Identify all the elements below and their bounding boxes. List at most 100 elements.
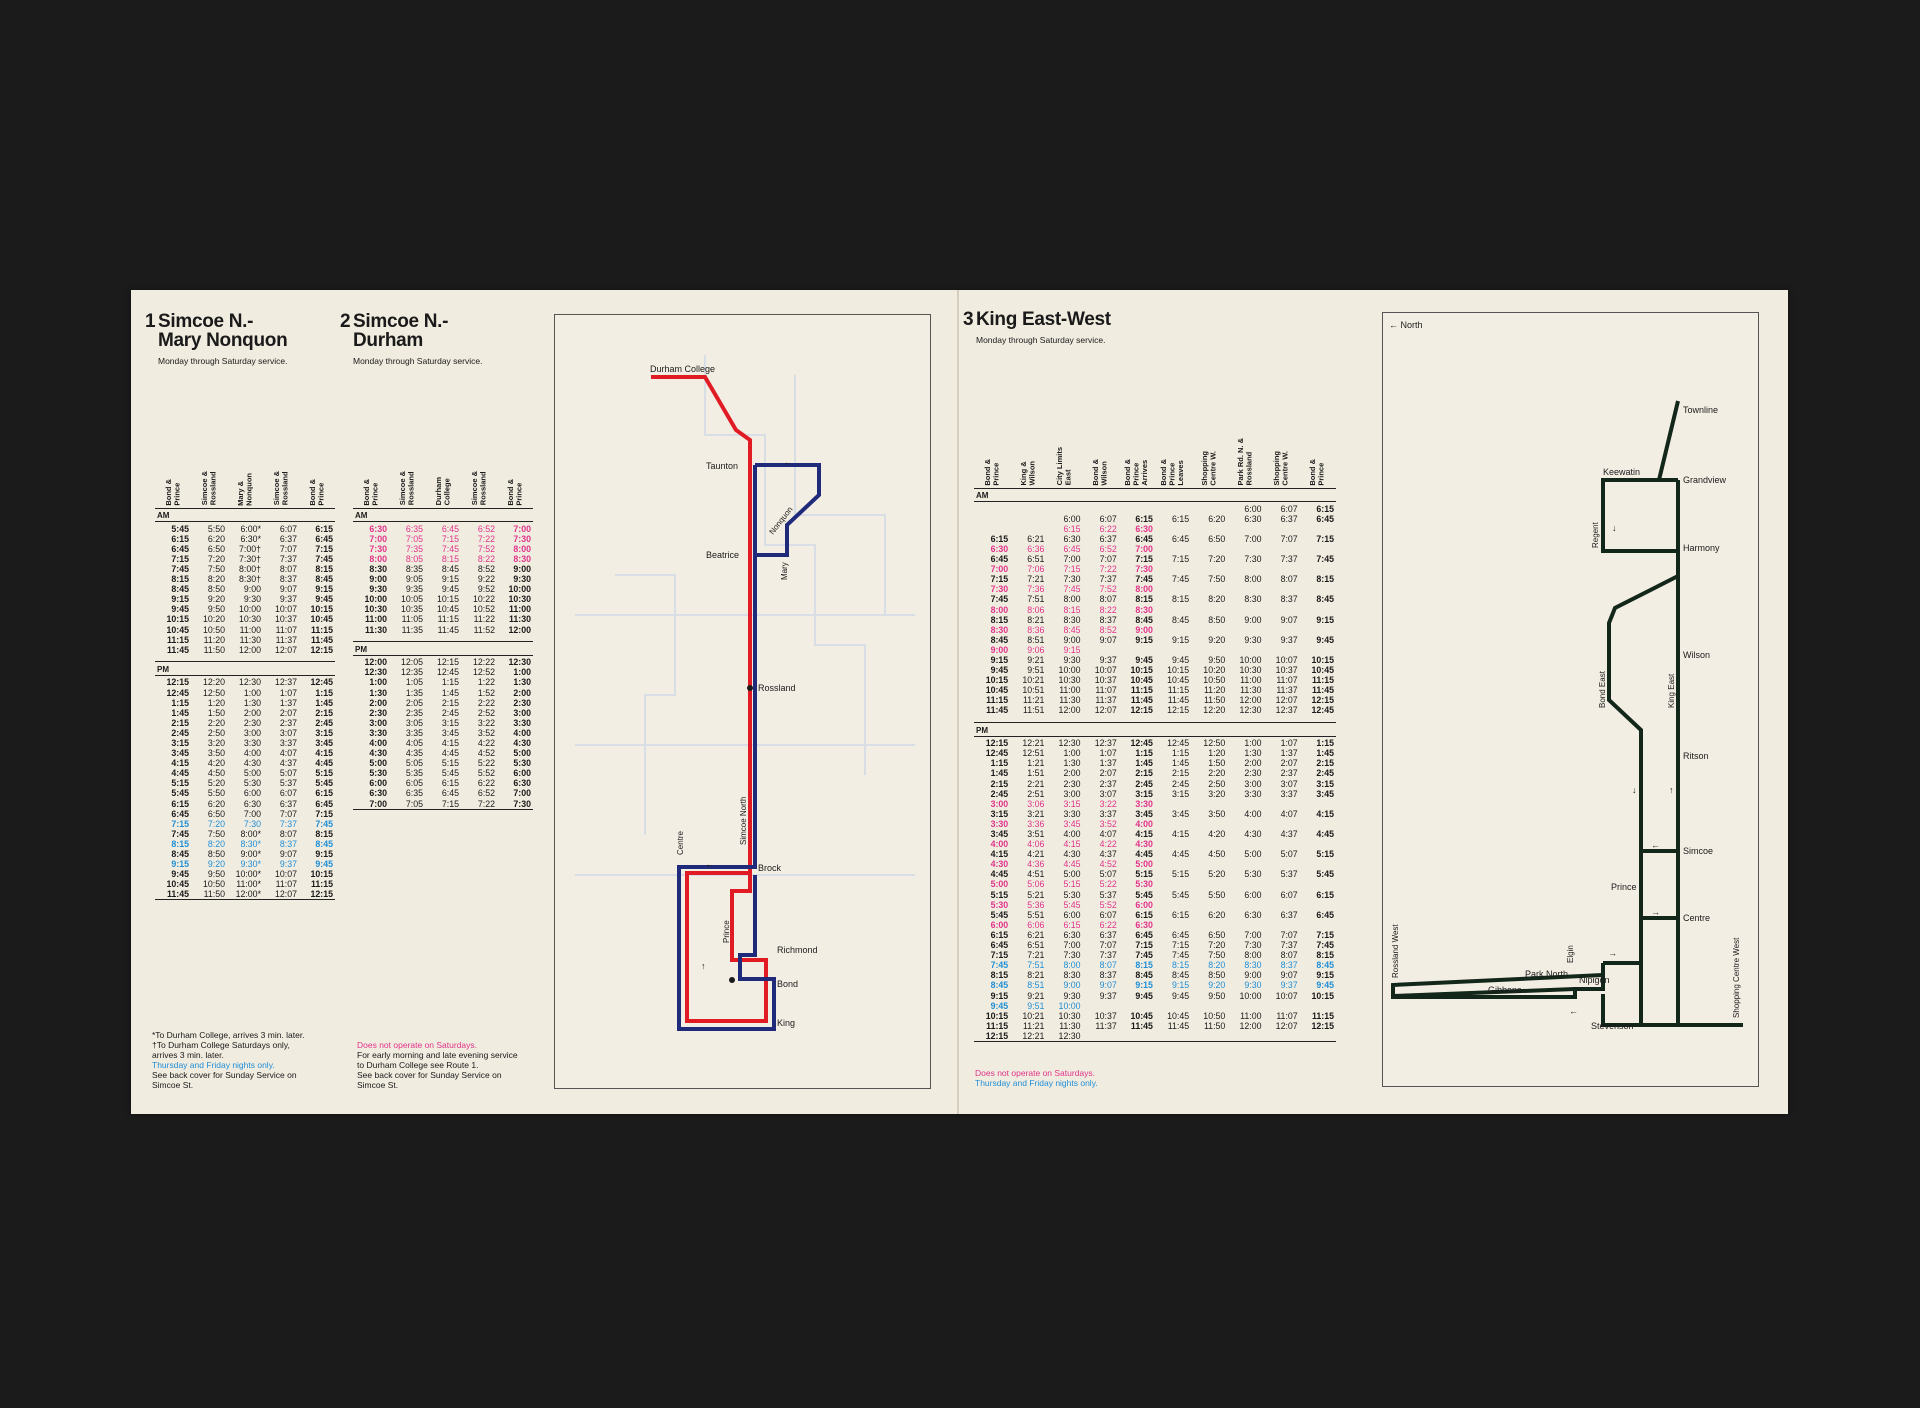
- time-cell: 10:15: [310, 869, 334, 880]
- time-cell: [1264, 819, 1300, 829]
- time-cell: 7:30: [1135, 564, 1153, 575]
- time-cell: 2:45: [1316, 768, 1334, 779]
- route-2-title-line2: Durham: [353, 330, 423, 351]
- time-cell: 7:45: [990, 960, 1009, 971]
- time-cell: 9:21: [1027, 990, 1045, 1001]
- table-row: 10:00 10:05 10:15 10:22 10:30: [353, 594, 533, 604]
- table-row: 4:45 4:51 5:00 5:07 5:15 5:15 5:20 5:30 5:37 5:45: [974, 869, 1336, 879]
- label-brock: Brock: [758, 863, 782, 873]
- time-cell: 7:37: [1280, 940, 1298, 951]
- time-cell: 6:15: [990, 533, 1009, 544]
- label-simcoe-north: Simcoe North: [739, 797, 748, 845]
- time-cell: 5:20: [207, 778, 225, 789]
- time-cell: 9:30: [1244, 980, 1262, 991]
- time-cell: 1:15: [1316, 738, 1334, 749]
- table-row: 3:45 3:51 4:00 4:07 4:15 4:15 4:20 4:30 4:37 4:45: [974, 829, 1336, 839]
- column-header: Bond & Wilson: [1083, 430, 1119, 488]
- column-header: Bond & Prince Arrives: [1119, 430, 1155, 488]
- table-end-rule: [353, 808, 533, 812]
- time-cell: 11:45: [1311, 685, 1334, 696]
- time-cell: 6:45: [171, 543, 189, 554]
- table-row: 5:30 5:35 5:45 5:52 6:00: [353, 768, 533, 778]
- time-cell: 6:35: [405, 788, 423, 799]
- route-2-subtitle: Monday through Saturday service.: [353, 356, 483, 366]
- time-cell: 3:15: [315, 727, 333, 738]
- time-cell: 7:45: [441, 543, 459, 554]
- table-row: 11:45 11:50 12:00 12:07 12:15: [155, 645, 335, 655]
- time-cell: 2:15: [315, 707, 333, 718]
- time-cell: 9:45: [1135, 990, 1153, 1001]
- time-cell: 11:05: [401, 614, 423, 625]
- route-2-title: 2 Simcoe N.- Durham: [340, 312, 482, 350]
- time-cell: 7:50: [207, 563, 225, 574]
- time-cell: 7:07: [1099, 554, 1117, 565]
- table-row: 6:00 6:05 6:15 6:22 6:30: [353, 778, 533, 788]
- time-cell: 5:21: [1027, 889, 1045, 900]
- time-cell: 11:15: [437, 614, 459, 625]
- time-cell: 9:00: [1244, 970, 1262, 981]
- time-cell: 8:06: [1027, 604, 1045, 615]
- time-cell: 7:00: [1063, 554, 1081, 565]
- table-row: 1:00 1:05 1:15 1:22 1:30: [353, 677, 533, 687]
- table-row: 1:15 1:21 1:30 1:37 1:45 1:45 1:50 2:00 2:07 2:15: [974, 758, 1336, 768]
- time-cell: 7:45: [1316, 554, 1334, 565]
- time-cell: 3:22: [1099, 798, 1117, 809]
- time-cell: 11:15: [1311, 1010, 1334, 1021]
- time-cell: [1191, 584, 1227, 594]
- time-cell: 6:07: [1280, 503, 1298, 514]
- time-cell: 8:45: [990, 634, 1009, 645]
- table-row: 3:00 3:05 3:15 3:22 3:30: [353, 718, 533, 728]
- time-cell: 8:20: [207, 838, 225, 849]
- time-cell: 8:15: [1316, 950, 1334, 961]
- time-cell: 9:45: [990, 1000, 1009, 1011]
- time-cell: 9:35: [405, 584, 423, 595]
- table-row: 4:30 4:36 4:45 4:52 5:00: [974, 859, 1336, 869]
- time-cell: 6:51: [1027, 554, 1045, 565]
- time-cell: 12:30: [364, 667, 388, 678]
- time-cell: 7:30: [369, 543, 387, 554]
- time-cell: 12:37: [1094, 738, 1117, 749]
- time-cell: 6:05: [405, 778, 423, 789]
- time-cell: 6:07: [1280, 889, 1298, 900]
- table-row: 7:30 7:35 7:45 7:52 8:00: [353, 544, 533, 554]
- footnote-line: Does not operate on Saturdays.: [975, 1068, 1096, 1078]
- time-cell: 7:07: [1099, 940, 1117, 951]
- time-cell: 11:50: [203, 889, 225, 900]
- route-1-title-line1: Simcoe N.-: [158, 311, 254, 332]
- time-cell: [1300, 625, 1336, 635]
- time-cell: [1227, 859, 1263, 869]
- table-row: 8:45 8:51 9:00 9:07 9:15 9:15 9:20 9:30 9:37 9:45: [974, 635, 1336, 645]
- time-cell: 10:00: [364, 594, 388, 605]
- route-2-number: 2: [340, 311, 351, 332]
- time-cell: 10:37: [1094, 1010, 1117, 1021]
- time-cell: 8:45: [1316, 960, 1334, 971]
- section-label-row: PM: [974, 725, 1336, 737]
- time-cell: 8:07: [1280, 950, 1298, 961]
- time-cell: 9:07: [1099, 980, 1117, 991]
- column-header: Bond & Prince Leaves: [1155, 430, 1191, 488]
- column-header-label: Bond & Prince: [307, 478, 326, 506]
- table-row: 12:45 12:51 1:00 1:07 1:15 1:15 1:20 1:30 1:37 1:…: [974, 748, 1336, 758]
- time-cell: 5:35: [405, 768, 423, 779]
- time-cell: 4:30: [1063, 849, 1081, 860]
- time-cell: 6:00*: [240, 523, 261, 534]
- time-cell: [1191, 524, 1227, 534]
- table-row: 9:15 9:20 9:30* 9:37 9:45: [155, 859, 335, 869]
- time-cell: 5:52: [477, 768, 495, 779]
- time-cell: [1300, 1001, 1336, 1011]
- time-cell: 8:30: [513, 553, 531, 564]
- time-cell: 7:37: [279, 818, 297, 829]
- time-cell: 2:30: [243, 717, 261, 728]
- time-cell: 7:37: [1280, 554, 1298, 565]
- time-cell: 6:15: [315, 523, 333, 534]
- footnote-line: Thursday and Friday nights only.: [152, 1060, 275, 1070]
- column-header: Simcoe & Rossland: [191, 450, 227, 508]
- time-cell: 8:15: [171, 574, 189, 585]
- time-cell: 7:45: [171, 563, 189, 574]
- time-cell: 9:00: [513, 563, 531, 574]
- time-cell: [1264, 839, 1300, 849]
- time-cell: 11:07: [275, 624, 297, 635]
- time-cell: 7:45: [1135, 950, 1153, 961]
- time-cell: 8:00: [513, 543, 531, 554]
- time-cell: 10:45: [1130, 1010, 1153, 1021]
